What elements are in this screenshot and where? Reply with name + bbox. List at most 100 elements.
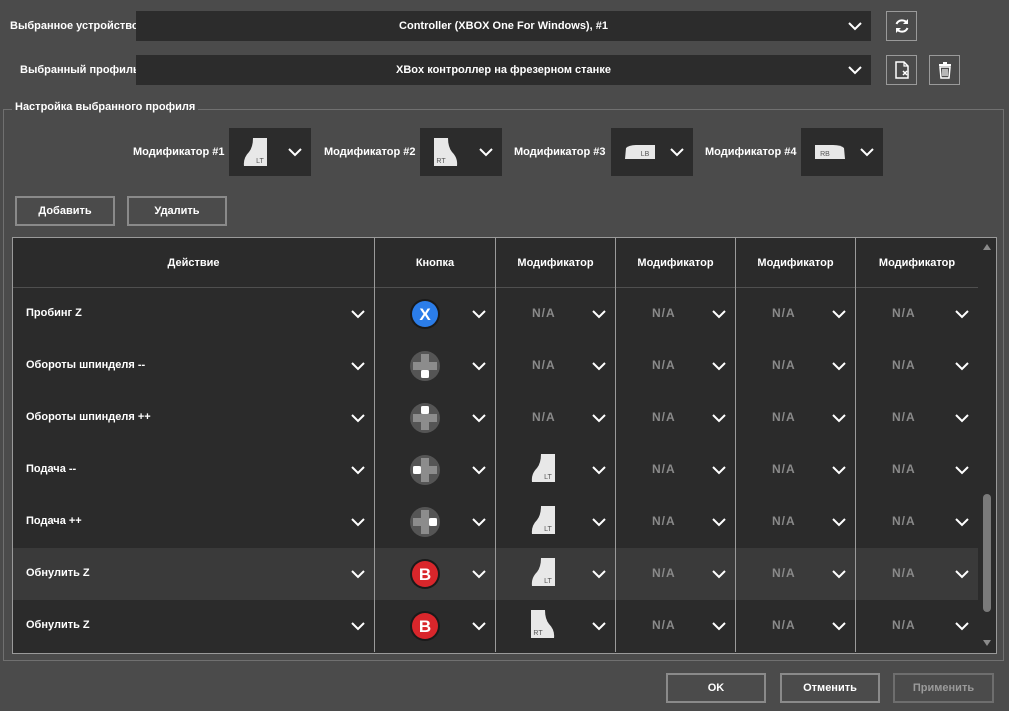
scroll-up-icon[interactable] xyxy=(982,242,992,252)
modifier-cell[interactable]: N/A xyxy=(616,600,736,652)
modifier-cell[interactable]: N/A xyxy=(736,548,856,600)
modifier-cell[interactable]: N/A xyxy=(736,444,856,496)
chevron-down-icon xyxy=(472,466,486,475)
delete-button[interactable]: Удалить xyxy=(127,196,227,226)
modifier-cell[interactable]: N/A xyxy=(496,340,616,392)
modifier-cell[interactable]: N/A xyxy=(736,340,856,392)
chevron-down-icon xyxy=(712,414,726,423)
chevron-down-icon xyxy=(832,362,846,371)
column-header-2[interactable]: Модификатор xyxy=(496,238,616,288)
button-cell[interactable]: B xyxy=(375,600,496,652)
chevron-down-icon xyxy=(712,310,726,319)
column-header-5[interactable]: Модификатор xyxy=(856,238,978,288)
column-header-0[interactable]: Действие xyxy=(13,238,375,288)
table-row[interactable]: Обороты шпинделя -- N/A N/A N/A N/A xyxy=(13,340,978,392)
action-cell[interactable]: Обороты шпинделя ++ xyxy=(13,392,375,444)
button-cell[interactable]: B xyxy=(375,548,496,600)
modifier-cell[interactable]: N/A xyxy=(856,444,978,496)
chevron-down-icon xyxy=(592,414,606,423)
chevron-down-icon xyxy=(955,466,969,475)
modifier-cell[interactable]: N/A xyxy=(496,392,616,444)
delete-profile-button[interactable] xyxy=(929,55,960,85)
modifier-cell[interactable]: N/A xyxy=(856,548,978,600)
cancel-button[interactable]: Отменить xyxy=(780,673,880,703)
modifier-cell[interactable]: N/A xyxy=(856,496,978,548)
lt-trigger-icon: LT xyxy=(529,556,557,591)
table-row[interactable]: Пробинг Z X N/A N/A N/A N/A xyxy=(13,288,978,340)
profile-select[interactable]: XBox контроллер на фрезерном станке xyxy=(136,55,871,85)
modifier-cell[interactable]: N/A xyxy=(856,340,978,392)
modifier-cell[interactable]: N/A xyxy=(616,496,736,548)
modifier-cell[interactable]: N/A xyxy=(616,392,736,444)
apply-button[interactable]: Применить xyxy=(893,673,994,703)
action-cell[interactable]: Обнулить Z xyxy=(13,600,375,652)
modifier-cell[interactable]: LT xyxy=(496,548,616,600)
modifier-cell[interactable]: N/A xyxy=(856,288,978,340)
action-cell[interactable]: Обороты шпинделя -- xyxy=(13,340,375,392)
modifier-1-select[interactable]: LT xyxy=(229,128,311,176)
device-select[interactable]: Controller (XBOX One For Windows), #1 xyxy=(136,11,871,41)
modifier-cell[interactable]: N/A xyxy=(736,496,856,548)
rt-trigger-icon: RT xyxy=(432,136,460,171)
action-label: Обороты шпинделя -- xyxy=(26,359,146,371)
modifier-4-select[interactable]: RB xyxy=(801,128,883,176)
button-cell[interactable]: X xyxy=(375,288,496,340)
column-header-1[interactable]: Кнопка xyxy=(375,238,496,288)
button-cell[interactable] xyxy=(375,392,496,444)
action-cell[interactable]: Подача ++ xyxy=(13,496,375,548)
modifier-3-select[interactable]: LB xyxy=(611,128,693,176)
column-header-4[interactable]: Модификатор xyxy=(736,238,856,288)
modifier-cell[interactable]: LT xyxy=(496,444,616,496)
scrollbar-thumb[interactable] xyxy=(983,494,991,612)
refresh-button[interactable] xyxy=(886,11,917,41)
modifier-4-label: Модификатор #4 xyxy=(705,146,797,158)
modifier-cell[interactable]: N/A xyxy=(856,600,978,652)
table-row[interactable]: Обнулить Z B LT N/A N/A N/A xyxy=(13,548,978,600)
action-label: Пробинг Z xyxy=(26,307,82,319)
table-header: Действие Кнопка Модификатор Модификатор Моди… xyxy=(13,238,978,288)
ok-button[interactable]: OK xyxy=(666,673,766,703)
button-cell[interactable] xyxy=(375,340,496,392)
modifier-cell[interactable]: N/A xyxy=(496,288,616,340)
modifier-cell[interactable]: N/A xyxy=(736,288,856,340)
mapping-table: Действие Кнопка Модификатор Модификатор Моди… xyxy=(12,237,997,654)
settings-group-title: Настройка выбранного профиля xyxy=(12,101,199,113)
modifier-cell[interactable]: LT xyxy=(496,496,616,548)
modifier-value: N/A xyxy=(772,462,796,476)
button-cell[interactable] xyxy=(375,444,496,496)
modifier-cell[interactable]: N/A xyxy=(616,444,736,496)
modifier-2-select[interactable]: RT xyxy=(420,128,502,176)
chevron-down-icon xyxy=(351,362,365,371)
scroll-down-icon[interactable] xyxy=(982,638,992,648)
action-cell[interactable]: Пробинг Z xyxy=(13,288,375,340)
action-cell[interactable]: Подача -- xyxy=(13,444,375,496)
chevron-down-icon xyxy=(472,414,486,423)
dpad-right-icon xyxy=(409,506,441,541)
table-row[interactable]: Обнулить Z B RT N/A N/A N/A xyxy=(13,600,978,652)
trash-icon xyxy=(938,62,951,79)
chevron-down-icon xyxy=(712,466,726,475)
column-header-3[interactable]: Модификатор xyxy=(616,238,736,288)
modifier-cell[interactable]: N/A xyxy=(736,392,856,444)
modifier-cell[interactable]: N/A xyxy=(616,548,736,600)
modifier-cell[interactable]: N/A xyxy=(736,600,856,652)
new-file-icon xyxy=(894,61,909,79)
modifier-value: N/A xyxy=(772,514,796,528)
add-button[interactable]: Добавить xyxy=(15,196,115,226)
button-cell[interactable] xyxy=(375,496,496,548)
action-label: Подача -- xyxy=(26,463,77,475)
modifier-value: N/A xyxy=(652,566,676,580)
action-cell[interactable]: Обнулить Z xyxy=(13,548,375,600)
new-profile-button[interactable] xyxy=(886,55,917,85)
modifier-cell[interactable]: N/A xyxy=(616,340,736,392)
modifier-cell[interactable]: N/A xyxy=(856,392,978,444)
modifier-value: N/A xyxy=(652,462,676,476)
vertical-scrollbar[interactable] xyxy=(978,238,996,653)
modifier-cell[interactable]: N/A xyxy=(616,288,736,340)
table-row[interactable]: Подача -- LT N/A N/A N/A xyxy=(13,444,978,496)
table-row[interactable]: Обороты шпинделя ++ N/A N/A N/A N/A xyxy=(13,392,978,444)
table-row[interactable]: Подача ++ LT N/A N/A N/A xyxy=(13,496,978,548)
modifier-cell[interactable]: RT xyxy=(496,600,616,652)
x-label: X xyxy=(419,305,431,324)
modifier-value: N/A xyxy=(652,514,676,528)
